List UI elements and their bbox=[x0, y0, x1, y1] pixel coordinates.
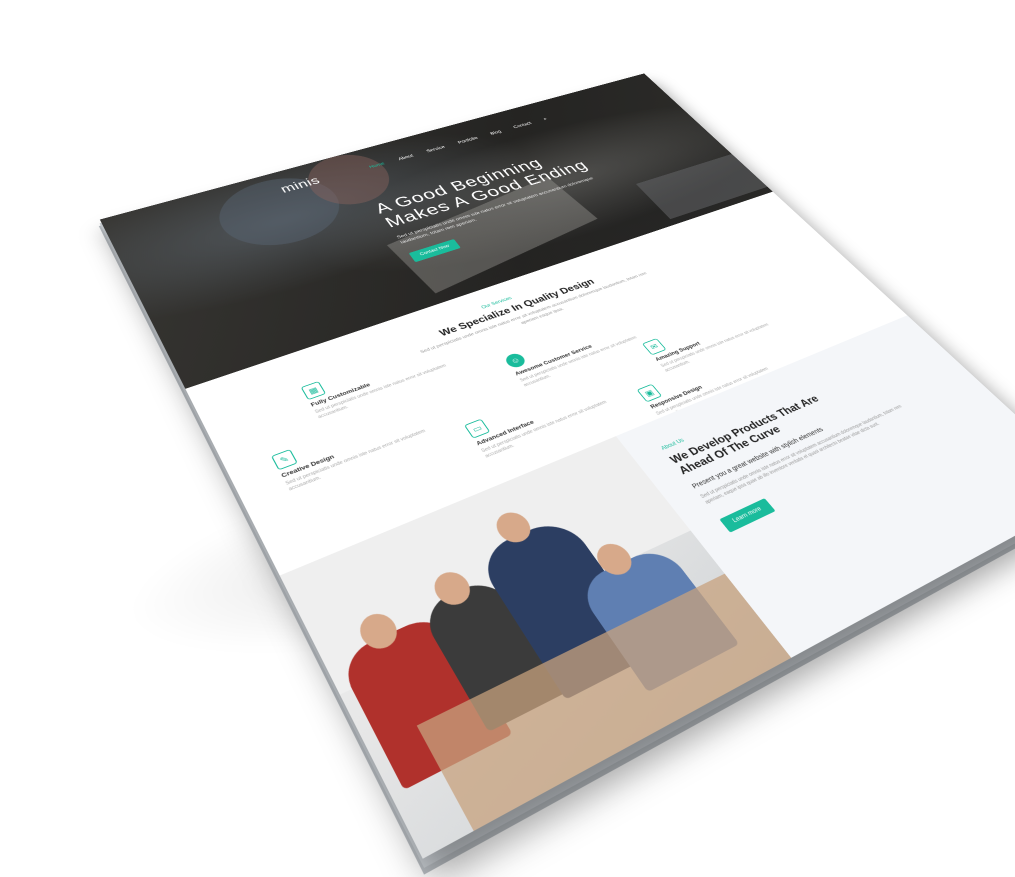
service-title: Advanced Interface bbox=[475, 388, 616, 447]
support-icon: ☺ bbox=[503, 352, 528, 370]
service-desc: Sed ut perspiciatis unde omnis iste natu… bbox=[285, 423, 445, 493]
learn-more-button[interactable]: Learn more bbox=[719, 498, 775, 532]
interface-icon: ▭ bbox=[464, 419, 490, 439]
service-title: Creative Design bbox=[280, 416, 436, 479]
monitor-icon: ▣ bbox=[637, 384, 663, 403]
service-title: Awesome Customer Service bbox=[514, 325, 645, 377]
mockup-stage: minis Home About Service Portfolio Blog … bbox=[0, 0, 1015, 643]
service-item: ▦ Fully Customizable Sed ut perspiciatis… bbox=[301, 338, 465, 421]
service-item: ✎ Creative Design Sed ut perspiciatis un… bbox=[271, 400, 445, 493]
website-mockup: minis Home About Service Portfolio Blog … bbox=[100, 73, 1015, 858]
service-title: Fully Customizable bbox=[310, 352, 457, 408]
